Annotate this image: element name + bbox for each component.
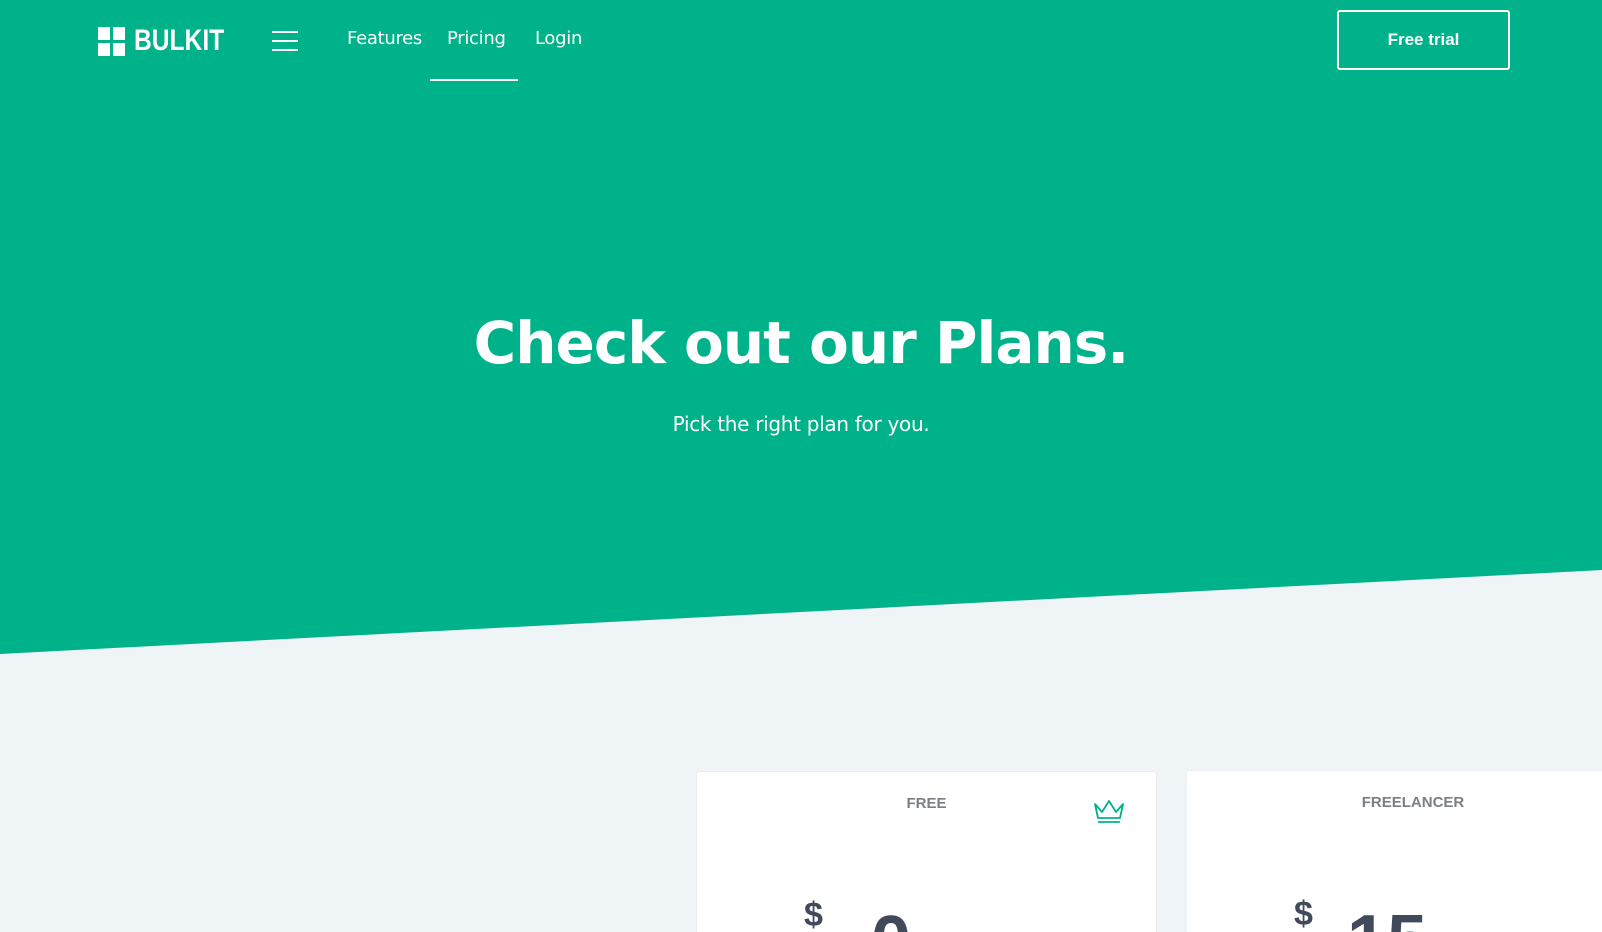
plan-name: FREE (906, 795, 947, 812)
crown-icon (1094, 800, 1124, 823)
menu-hamburger-icon[interactable] (272, 31, 298, 51)
plan-name: FREELANCER (1361, 794, 1465, 811)
hero-title: Check out our Plans. (473, 309, 1130, 377)
free-trial-button[interactable]: Free trial (1337, 10, 1510, 70)
nav-link-features[interactable]: Features (347, 28, 422, 49)
logo-grid-icon (98, 26, 126, 56)
price-currency: $ (1294, 895, 1313, 932)
nav-link-pricing[interactable]: Pricing (447, 28, 506, 49)
price-currency: $ (804, 896, 823, 932)
nav-link-login[interactable]: Login (535, 28, 582, 49)
navbar: BULKIT Features Pricing Login Free trial (0, 0, 1602, 82)
pricing-card-freelancer[interactable]: FREELANCER $ 15 (1186, 770, 1602, 932)
pricing-card-free[interactable]: FREE $ 0 (696, 771, 1157, 932)
price-amount: 15 (1347, 905, 1427, 932)
brand-logo[interactable]: BULKIT (98, 24, 244, 58)
price-amount: 0 (871, 906, 911, 932)
active-nav-indicator (430, 79, 518, 81)
hero-subtitle: Pick the right plan for you. (672, 412, 930, 436)
brand-name: BULKIT (134, 24, 225, 57)
